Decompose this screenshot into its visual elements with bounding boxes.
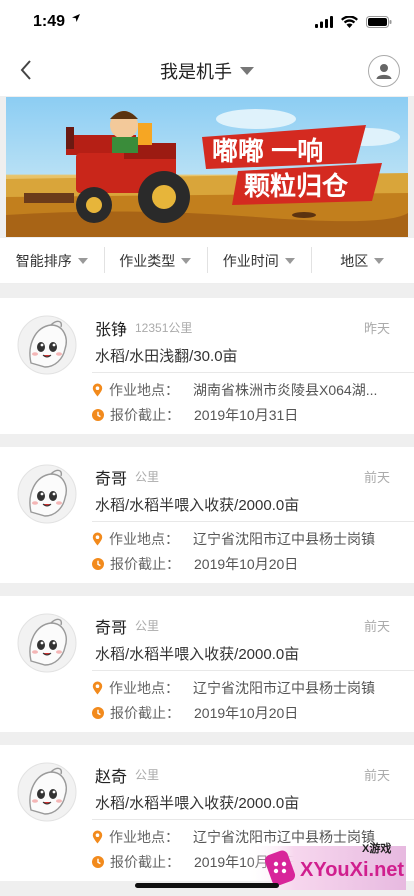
watermark-sub: X游戏 — [362, 841, 391, 855]
location-label: 作业地点： — [109, 531, 179, 547]
avatar — [17, 315, 77, 375]
crop-detail: 水稻/水稻半喂入收获/2000.0亩 — [95, 646, 300, 663]
home-indicator — [135, 883, 279, 888]
user-name: 奇哥 — [95, 471, 128, 488]
clock-icon — [92, 558, 104, 570]
filter-label: 作业类型 — [119, 252, 176, 269]
deadline-value: 2019年10月31日 — [194, 407, 299, 423]
user-icon — [376, 64, 392, 79]
deadline-label: 报价截止： — [110, 854, 180, 870]
posted-time: 前天 — [363, 768, 390, 783]
crop-detail: 水稻/水田浅翻/30.0亩 — [95, 348, 238, 365]
banner-illustration: 嘟嘟 一响 颗粒归仓 — [6, 109, 408, 237]
location-pin-icon — [92, 383, 103, 397]
distance: 公里 — [135, 768, 160, 782]
nav-bar: 我是机手 — [0, 44, 414, 96]
deadline-label: 报价截止： — [110, 407, 180, 423]
status-bar: 1:49 — [0, 0, 414, 44]
filter-label: 智能排序 — [15, 252, 72, 269]
clock-icon — [92, 409, 104, 421]
posted-time: 前天 — [363, 470, 390, 485]
posted-time: 前天 — [363, 619, 390, 634]
location-value: 辽宁省沈阳市辽中县杨士岗镇 — [193, 680, 375, 696]
distance: 12351公里 — [135, 321, 193, 335]
filter-label: 地区 — [340, 252, 369, 269]
location-label: 作业地点： — [109, 680, 179, 696]
page-title: 我是机手 — [160, 62, 232, 82]
filter-work-type[interactable]: 作业类型 — [103, 246, 208, 273]
divider — [92, 372, 414, 373]
signal-icon — [315, 15, 333, 33]
location-label: 作业地点： — [109, 829, 179, 845]
filter-work-time[interactable]: 作业时间 — [207, 246, 311, 273]
location-label: 作业地点： — [109, 382, 179, 398]
deadline-value: 2019年10月20日 — [194, 556, 299, 572]
location-pin-icon — [92, 532, 103, 546]
filter-region[interactable]: 地区 — [310, 246, 414, 273]
location-value: 辽宁省沈阳市辽中县杨士岗镇 — [193, 531, 375, 547]
location-value: 湖南省株洲市炎陵县X064湖... — [193, 382, 378, 398]
order-card[interactable]: 奇哥 公里 前天 水稻/水稻半喂入收获/2000.0亩 作业地点： 辽宁省沈阳市… — [0, 447, 414, 583]
role-switcher[interactable]: 我是机手 — [0, 58, 414, 84]
distance: 公里 — [135, 470, 160, 484]
crop-detail: 水稻/水稻半喂入收获/2000.0亩 — [95, 497, 300, 514]
divider — [92, 521, 414, 522]
caret-down-icon — [181, 257, 192, 264]
clock-icon — [92, 856, 104, 868]
filter-label: 作业时间 — [222, 252, 279, 269]
watermark-brand: XYouXi.net — [300, 859, 404, 881]
filter-sort[interactable]: 智能排序 — [0, 251, 104, 271]
user-name: 赵奇 — [95, 769, 128, 786]
distance: 公里 — [135, 619, 160, 633]
banner-slogan-line1: 嘟嘟 一响 — [212, 136, 323, 166]
promo-banner[interactable]: 嘟嘟 一响 颗粒归仓 — [6, 97, 408, 237]
clock-icon — [92, 707, 104, 719]
location-arrow-icon — [71, 13, 81, 26]
banner-slogan-line2: 颗粒归仓 — [244, 171, 349, 201]
caret-down-icon — [374, 257, 385, 264]
wifi-icon — [341, 15, 358, 33]
deadline-label: 报价截止： — [110, 556, 180, 572]
divider — [92, 670, 414, 671]
caret-down-icon — [284, 257, 295, 264]
order-card[interactable]: 奇哥 公里 前天 水稻/水稻半喂入收获/2000.0亩 作业地点： 辽宁省沈阳市… — [0, 596, 414, 732]
profile-button[interactable] — [368, 55, 400, 87]
posted-time: 昨天 — [363, 321, 390, 336]
location-pin-icon — [92, 830, 103, 844]
battery-icon — [366, 15, 392, 33]
crop-detail: 水稻/水稻半喂入收获/2000.0亩 — [95, 795, 300, 812]
avatar — [17, 613, 77, 673]
order-card[interactable]: 张铮 12351公里 昨天 水稻/水田浅翻/30.0亩 作业地点： 湖南省株洲市… — [0, 298, 414, 434]
filter-bar: 智能排序 作业类型 作业时间 地区 — [0, 238, 414, 284]
avatar — [17, 464, 77, 524]
divider — [92, 819, 414, 820]
avatar — [17, 762, 77, 822]
caret-down-icon — [77, 257, 88, 264]
caret-down-icon — [240, 67, 254, 75]
deadline-label: 报价截止： — [110, 705, 180, 721]
user-name: 张铮 — [95, 322, 128, 339]
location-pin-icon — [92, 681, 103, 695]
user-name: 奇哥 — [95, 620, 128, 637]
deadline-value: 2019年10月20日 — [194, 705, 299, 721]
status-time: 1:49 — [33, 13, 66, 30]
